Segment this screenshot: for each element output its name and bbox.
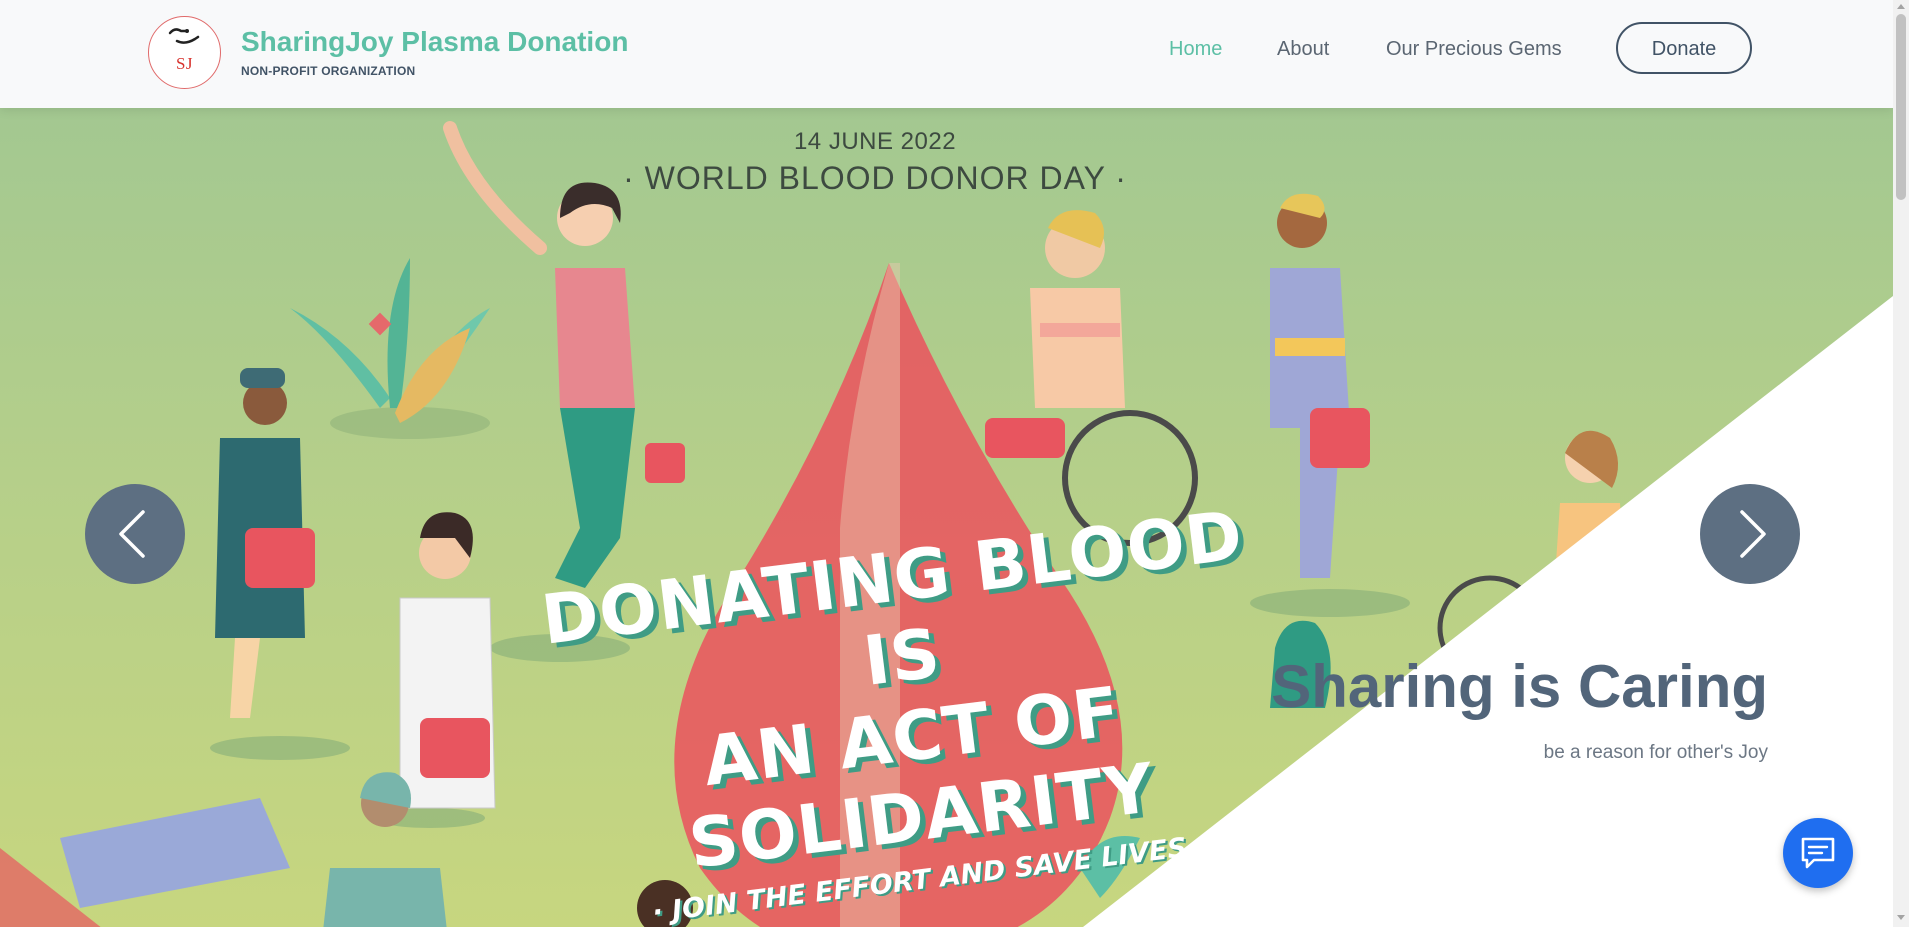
logo-text: SJ	[175, 54, 194, 73]
chevron-left-icon	[119, 510, 145, 558]
brand-tagline: NON-PROFIT ORGANIZATION	[241, 64, 416, 78]
chat-icon	[1801, 837, 1835, 869]
brand-name[interactable]: SharingJoy Plasma Donation	[241, 26, 628, 58]
chevron-right-icon	[1740, 510, 1766, 558]
donate-button[interactable]: Donate	[1616, 22, 1752, 74]
page-scrollbar[interactable]	[1893, 0, 1909, 927]
caption-backdrop	[1083, 296, 1893, 927]
scroll-down-arrow-icon[interactable]	[1897, 915, 1905, 920]
navbar: SJ SharingJoy Plasma Donation NON-PROFIT…	[0, 0, 1893, 108]
carousel-prev-button[interactable]	[85, 484, 185, 584]
brand-logo[interactable]: SJ	[148, 16, 221, 89]
nav-about[interactable]: About	[1277, 38, 1329, 61]
hands-icon	[168, 28, 200, 44]
carousel-next-button[interactable]	[1700, 484, 1800, 584]
scroll-thumb[interactable]	[1896, 14, 1906, 200]
nav-home[interactable]: Home	[1169, 38, 1222, 61]
chat-button[interactable]	[1783, 818, 1853, 888]
nav-our-precious-gems[interactable]: Our Precious Gems	[1386, 38, 1562, 61]
hero-carousel: 14 JUNE 2022 · WORLD BLOOD DONOR DAY · D…	[0, 108, 1893, 927]
caption-subtitle: be a reason for other's Joy	[1543, 742, 1768, 763]
caption-title: Sharing is Caring	[1271, 653, 1768, 720]
scroll-up-arrow-icon[interactable]	[1897, 4, 1905, 9]
